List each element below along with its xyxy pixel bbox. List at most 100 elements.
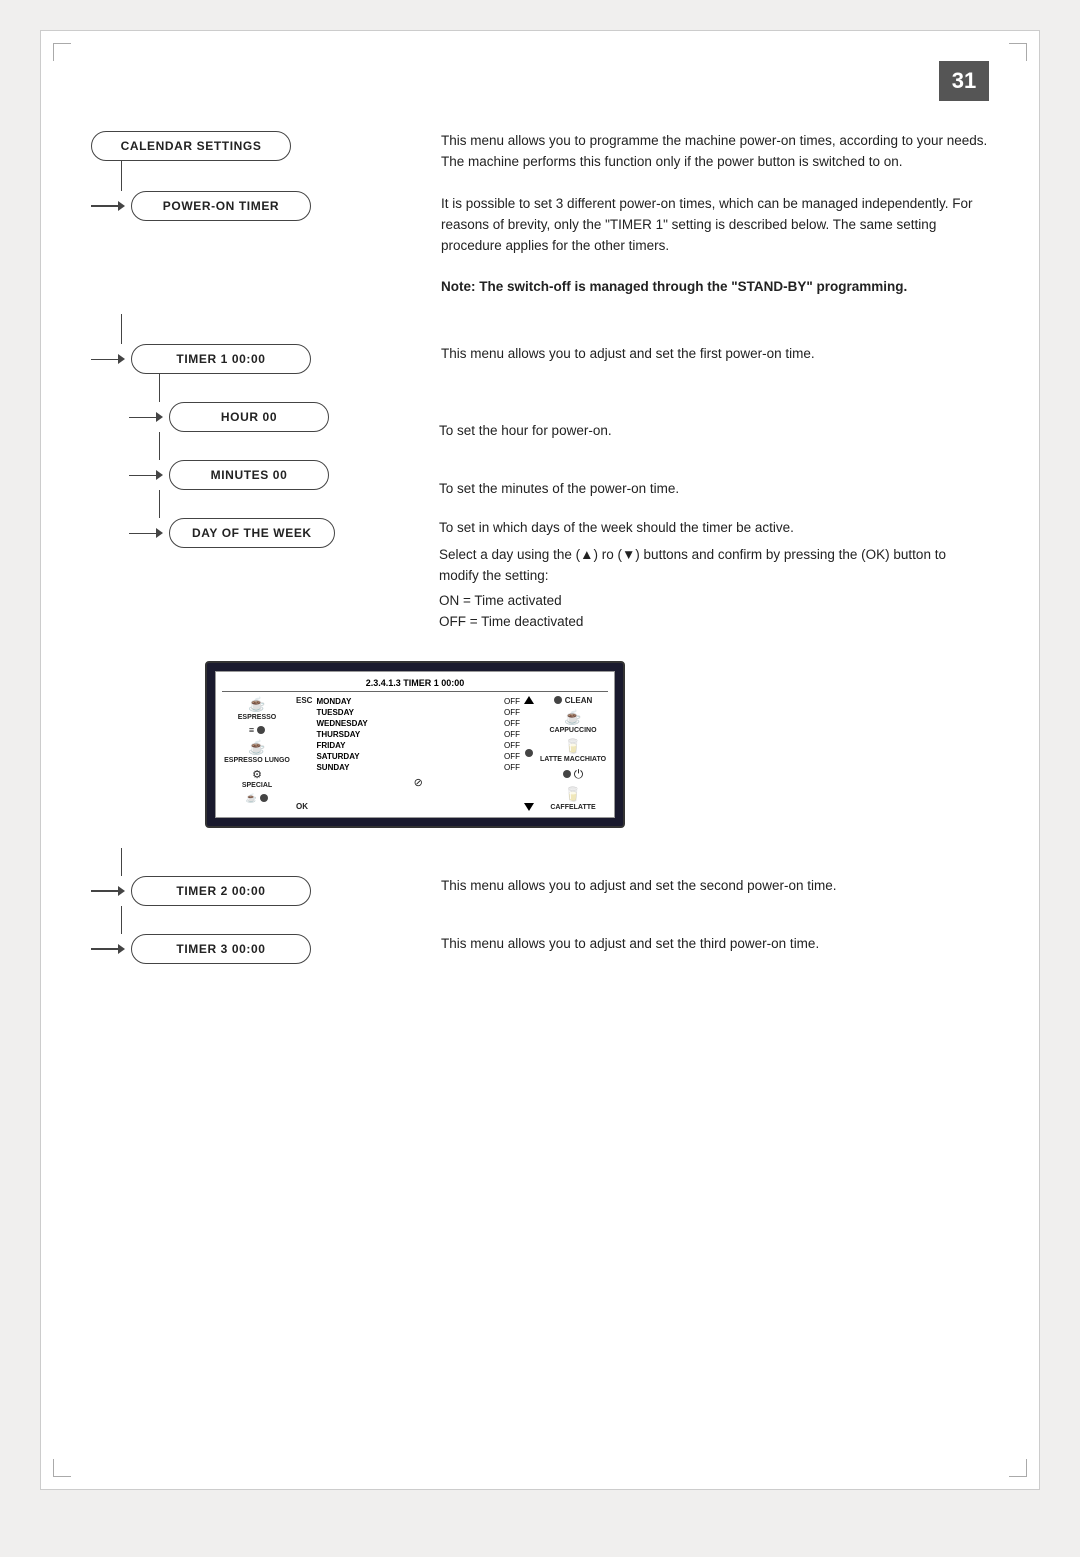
dot-btn-1 <box>257 726 265 734</box>
screen-icon-caffelatte: 🥛 CAFFELATTE <box>550 786 595 811</box>
screen-mockup: 2.3.4.1.3 TIMER 1 00:00 ☕ ESPRESSO ≡ <box>205 661 625 828</box>
dayofweek-item: DAY OF THE WEEK <box>169 518 335 548</box>
caffelatte-label: CAFFELATTE <box>550 804 595 811</box>
arrow-power-on <box>91 201 125 211</box>
desc-dow-1: To set in which days of the week should … <box>439 518 989 539</box>
desc-dow-2: Select a day using the (▲) ro (▼) button… <box>439 545 989 587</box>
special-label: SPECIAL <box>242 782 272 789</box>
corner-tl <box>53 43 71 61</box>
desc-timer2: This menu allows you to adjust and set t… <box>441 876 989 897</box>
dayofweek-wrap: DAY OF THE WEEK <box>129 518 335 548</box>
cappuccino-icon: ☕ <box>564 709 581 726</box>
power-icon: ⏻ <box>574 767 584 782</box>
corner-bl <box>53 1459 71 1477</box>
screen-icon-espresso: ☕ ESPRESSO <box>238 696 277 721</box>
power-on-desc: This menu allows you to programme the ma… <box>411 131 989 298</box>
arrow-timer3 <box>91 944 125 954</box>
espresso-lungo-icon: ☕ <box>248 739 265 756</box>
latte-icon: 🥛 <box>564 738 581 755</box>
timer1-item: TIMER 1 00:00 <box>131 344 311 374</box>
minutes-row: MINUTES 00 To set the minutes of the pow… <box>129 460 989 518</box>
calendar-row: CALENDAR SETTINGS POWER-ON TIMER This me… <box>91 131 989 298</box>
hour-left: HOUR 00 <box>129 402 409 460</box>
dayofweek-left: DAY OF THE WEEK <box>129 518 409 548</box>
hour-item: HOUR 00 <box>169 402 329 432</box>
power-on-timer-item: POWER-ON TIMER <box>131 191 311 221</box>
arrow-dayofweek <box>129 528 163 538</box>
screen-esc-ok: ESC OK <box>296 696 312 811</box>
arrow-minutes <box>129 470 163 480</box>
timer3-row: TIMER 3 00:00 This menu allows you to ad… <box>91 934 989 964</box>
desc-power-on-note: Note: The switch-off is managed through … <box>441 277 989 298</box>
timer1-left: TIMER 1 00:00 <box>91 344 411 402</box>
calendar-settings-item: CALENDAR SETTINGS <box>91 131 291 161</box>
screen-days: MONDAY OFF TUESDAY OFF WEDNESDAY OFF <box>316 696 520 811</box>
dayofweek-row: DAY OF THE WEEK To set in which days of … <box>129 518 989 633</box>
screen-right-icons: CLEAN ☕ CAPPUCCINO 🥛 LATTE MACCHIATO <box>538 696 608 811</box>
desc-timer3: This menu allows you to adjust and set t… <box>441 934 989 955</box>
screen-icon-latte: 🥛 LATTE MACCHIATO <box>540 738 606 763</box>
desc-minutes: To set the minutes of the power-on time. <box>439 479 989 500</box>
screen-inner: 2.3.4.1.3 TIMER 1 00:00 ☕ ESPRESSO ≡ <box>215 671 615 818</box>
dot-btn-2 <box>260 794 268 802</box>
espresso-label: ESPRESSO <box>238 714 277 721</box>
hour-wrap: HOUR 00 <box>129 402 329 432</box>
screen-icon-special: ⚙ SPECIAL <box>242 768 272 789</box>
timer1-row: TIMER 1 00:00 This menu allows you to ad… <box>91 344 989 402</box>
arrow-timer1 <box>91 354 125 364</box>
day-friday: FRIDAY OFF <box>316 740 520 751</box>
special-icon: ⚙ <box>252 768 262 781</box>
caffelatte-icon: 🥛 <box>564 786 581 803</box>
day-wednesday: WEDNESDAY OFF <box>316 718 520 729</box>
nav-dot <box>525 749 533 757</box>
content-area: CALENDAR SETTINGS POWER-ON TIMER This me… <box>91 131 989 964</box>
calendar-left: CALENDAR SETTINGS POWER-ON TIMER <box>91 131 411 221</box>
timer2-wrap: TIMER 2 00:00 <box>91 876 311 906</box>
hour-row: HOUR 00 To set the hour for power-on. <box>129 402 989 460</box>
screen-bottom-icon: ⊘ <box>316 776 520 789</box>
desc-power-on-1: This menu allows you to programme the ma… <box>441 131 989 173</box>
timer2-item: TIMER 2 00:00 <box>131 876 311 906</box>
corner-tr <box>1009 43 1027 61</box>
screen-body: ☕ ESPRESSO ≡ ☕ ESPRESSO LUNGO <box>222 696 608 811</box>
page: 31 CALENDAR SETTINGS POWER-ON TIMER This… <box>40 30 1040 1490</box>
esc-label: ESC <box>296 696 312 705</box>
espresso-icon: ☕ <box>248 696 265 713</box>
timer2-left: TIMER 2 00:00 <box>91 876 411 934</box>
timer3-item: TIMER 3 00:00 <box>131 934 311 964</box>
espresso-lungo-label: ESPRESSO LUNGO <box>224 757 290 764</box>
timer2-desc: This menu allows you to adjust and set t… <box>411 876 989 897</box>
screen-title: 2.3.4.1.3 TIMER 1 00:00 <box>222 678 608 692</box>
desc-power-on-2: It is possible to set 3 different power-… <box>441 194 989 257</box>
day-sunday: SUNDAY OFF <box>316 762 520 773</box>
timer2-row: TIMER 2 00:00 This menu allows you to ad… <box>91 876 989 934</box>
corner-br <box>1009 1459 1027 1477</box>
desc-timer1: This menu allows you to adjust and set t… <box>441 344 989 365</box>
page-number: 31 <box>939 61 989 101</box>
dot-btn-3 <box>554 696 562 704</box>
screen-left-icons: ☕ ESPRESSO ≡ ☕ ESPRESSO LUNGO <box>222 696 292 811</box>
arrow-hour <box>129 412 163 422</box>
timer1-desc: This menu allows you to adjust and set t… <box>411 344 989 365</box>
day-saturday: SATURDAY OFF <box>316 751 520 762</box>
screen-nav <box>524 696 534 811</box>
timer3-wrap: TIMER 3 00:00 <box>91 934 311 964</box>
timer3-left: TIMER 3 00:00 <box>91 934 411 964</box>
day-thursday: THURSDAY OFF <box>316 729 520 740</box>
nav-up-icon[interactable] <box>524 696 534 704</box>
cappuccino-label: CAPPUCCINO <box>549 727 596 734</box>
screen-container: 2.3.4.1.3 TIMER 1 00:00 ☕ ESPRESSO ≡ <box>167 651 989 828</box>
desc-dow-on: ON = Time activated <box>439 591 989 612</box>
minutes-item: MINUTES 00 <box>169 460 329 490</box>
minutes-left: MINUTES 00 <box>129 460 409 518</box>
power-on-timer-wrap: POWER-ON TIMER <box>91 191 311 221</box>
day-monday: MONDAY OFF <box>316 696 520 707</box>
nav-down-icon[interactable] <box>524 803 534 811</box>
timer1-wrap: TIMER 1 00:00 <box>91 344 311 374</box>
timer3-desc: This menu allows you to adjust and set t… <box>411 934 989 955</box>
arrow-timer2 <box>91 886 125 896</box>
dayofweek-desc: To set in which days of the week should … <box>409 518 989 633</box>
dot-btn-4 <box>563 770 571 778</box>
screen-icon-espresso-lungo: ☕ ESPRESSO LUNGO <box>224 739 290 764</box>
day-tuesday: TUESDAY OFF <box>316 707 520 718</box>
